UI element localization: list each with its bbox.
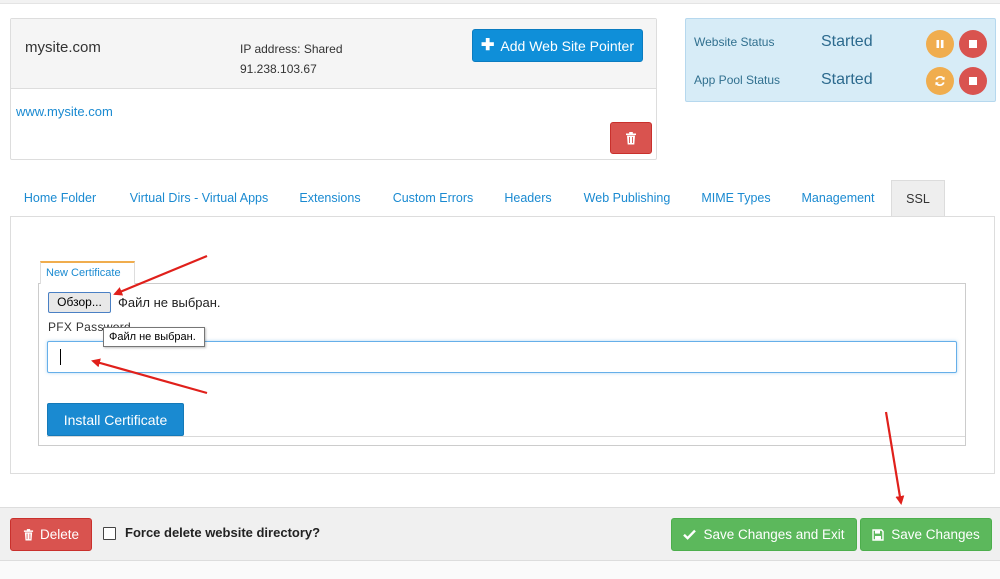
site-url-link[interactable]: www.mysite.com: [16, 104, 113, 119]
website-status-value: Started: [821, 33, 873, 50]
add-web-site-pointer-label: Add Web Site Pointer: [500, 37, 634, 54]
ip-address-value: 91.238.103.67: [240, 62, 317, 76]
site-info-panel: mysite.com IP address: Shared 91.238.103…: [10, 18, 657, 160]
app-pool-status-label: App Pool Status: [694, 73, 781, 87]
stop-icon: [969, 40, 977, 48]
save-changes-button[interactable]: Save Changes: [860, 518, 992, 551]
tab-mime-types[interactable]: MIME Types: [692, 180, 780, 217]
tab-custom-errors[interactable]: Custom Errors: [380, 180, 486, 217]
tab-home-folder[interactable]: Home Folder: [10, 180, 110, 217]
check-icon: [683, 529, 697, 540]
tab-extensions[interactable]: Extensions: [288, 180, 372, 217]
app-pool-status-value: Started: [821, 71, 873, 88]
delete-website-button[interactable]: Delete: [10, 518, 92, 551]
site-name: mysite.com: [25, 39, 101, 56]
stop-app-pool-button[interactable]: [959, 67, 987, 95]
pause-website-button[interactable]: [926, 30, 954, 58]
delete-pointer-button[interactable]: [610, 122, 652, 154]
website-status-label: Website Status: [694, 35, 775, 49]
force-delete-checkbox[interactable]: [103, 527, 116, 540]
pause-icon: [936, 40, 944, 48]
recycle-app-pool-button[interactable]: [926, 67, 954, 95]
file-status-text: Файл не выбран.: [118, 295, 221, 310]
text-cursor: [60, 349, 61, 365]
ip-address-label: IP address: Shared: [240, 42, 343, 56]
force-delete-label: Force delete website directory?: [125, 525, 321, 540]
save-changes-and-exit-button[interactable]: Save Changes and Exit: [671, 518, 857, 551]
stop-icon: [969, 77, 977, 85]
tab-new-certificate[interactable]: New Certificate: [40, 261, 135, 284]
tab-virtual-dirs[interactable]: Virtual Dirs - Virtual Apps: [114, 180, 284, 217]
bottom-strip: [0, 561, 1000, 579]
file-tooltip: Файл не выбран.: [103, 327, 205, 347]
save-changes-label: Save Changes: [891, 527, 980, 542]
tab-web-publishing[interactable]: Web Publishing: [572, 180, 682, 217]
plus-icon: ✚: [480, 36, 495, 54]
floppy-disk-icon: [872, 528, 884, 541]
refresh-icon: [935, 76, 945, 86]
add-web-site-pointer-button[interactable]: ✚ Add Web Site Pointer: [472, 29, 643, 62]
trash-icon: [23, 528, 34, 540]
save-changes-and-exit-label: Save Changes and Exit: [703, 527, 845, 542]
app-root: mysite.com IP address: Shared 91.238.103…: [0, 0, 1000, 579]
settings-tabs: Home Folder Virtual Dirs - Virtual Apps …: [10, 180, 995, 217]
tab-management[interactable]: Management: [790, 180, 886, 217]
delete-label: Delete: [39, 527, 80, 542]
browse-file-button[interactable]: Обзор...: [48, 292, 111, 313]
panel-divider: [47, 436, 965, 437]
tab-ssl[interactable]: SSL: [891, 180, 945, 217]
status-panel: Website Status Started App Pool Status S…: [685, 18, 996, 102]
stop-website-button[interactable]: [959, 30, 987, 58]
tab-headers[interactable]: Headers: [494, 180, 562, 217]
top-divider: [0, 0, 1000, 4]
trash-icon: [626, 131, 636, 144]
install-certificate-button[interactable]: Install Certificate: [47, 403, 184, 436]
